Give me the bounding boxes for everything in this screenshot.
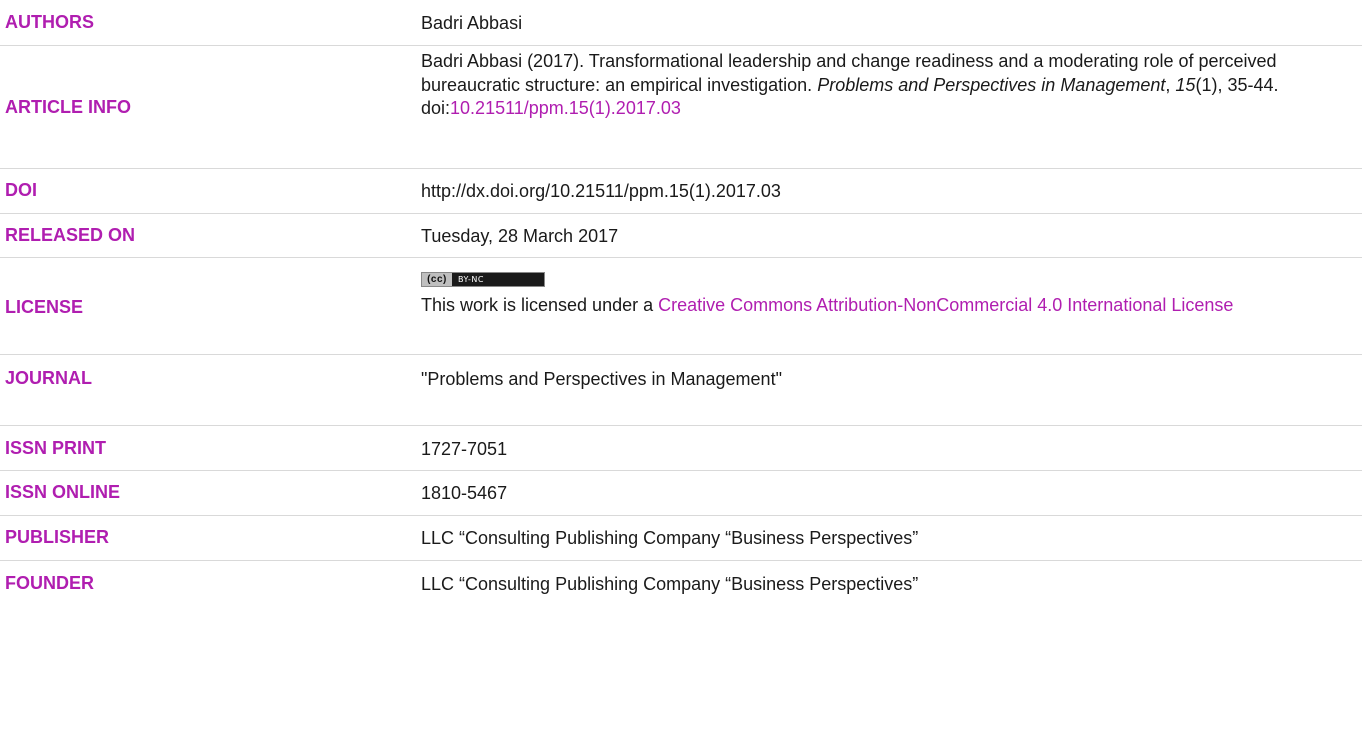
authors-label: AUTHORS <box>5 12 94 32</box>
released-on-value: Tuesday, 28 March 2017 <box>421 226 619 246</box>
article-metadata-table: AUTHORS Badri Abbasi ARTICLE INFO Badri … <box>0 0 1362 607</box>
article-info-value: Badri Abbasi (2017). Transformational le… <box>421 50 1358 121</box>
doi-value: http://dx.doi.org/10.21511/ppm.15(1).201… <box>421 181 781 201</box>
license-label: LICENSE <box>5 297 84 317</box>
citation-volume: 15 <box>1175 74 1196 95</box>
citation-comma: , <box>1165 74 1171 95</box>
founder-value: LLC “Consulting Publishing Company “Busi… <box>421 574 919 594</box>
citation-issue-pages: (1), 35-44. <box>1195 74 1279 95</box>
cc-license-badge[interactable]: (cc) BY-NC <box>421 272 545 288</box>
issn-print-value: 1727-7051 <box>421 439 508 459</box>
row-released-on: RELEASED ON Tuesday, 28 March 2017 <box>0 214 1362 258</box>
row-journal: JOURNAL "Problems and Perspectives in Ma… <box>0 355 1362 426</box>
article-info-label: ARTICLE INFO <box>5 97 131 117</box>
license-link[interactable]: Creative Commons Attribution-NonCommerci… <box>658 295 1233 315</box>
row-license: LICENSE (cc) BY-NC This work is licensed… <box>0 258 1362 355</box>
license-text-prefix: This work is licensed under a <box>421 294 654 315</box>
row-article-info: ARTICLE INFO Badri Abbasi (2017). Transf… <box>0 46 1362 169</box>
issn-online-label: ISSN ONLINE <box>5 482 121 502</box>
issn-online-value: 1810-5467 <box>421 483 508 503</box>
doi-label: DOI <box>5 180 38 200</box>
founder-label: FOUNDER <box>5 573 94 593</box>
row-issn-online: ISSN ONLINE 1810-5467 <box>0 471 1362 516</box>
journal-value: "Problems and Perspectives in Management… <box>421 369 782 389</box>
released-on-label: RELEASED ON <box>5 225 136 245</box>
issn-print-label: ISSN PRINT <box>5 438 107 458</box>
cc-logo: (cc) <box>422 273 452 287</box>
authors-value: Badri Abbasi <box>421 13 523 33</box>
citation-journal: Problems and Perspectives in Management <box>817 74 1166 95</box>
row-publisher: PUBLISHER LLC “Consulting Publishing Com… <box>0 516 1362 561</box>
license-value: (cc) BY-NC This work is licensed under a… <box>421 265 1358 317</box>
license-text: This work is licensed under a Creative C… <box>421 294 1358 318</box>
citation-doi-prefix: doi: <box>421 98 451 118</box>
cc-by-nc-text: BY-NC <box>458 275 484 284</box>
citation-doi-link[interactable]: 10.21511/ppm.15(1).2017.03 <box>450 98 681 118</box>
row-authors: AUTHORS Badri Abbasi <box>0 0 1362 46</box>
row-founder: FOUNDER LLC “Consulting Publishing Compa… <box>0 561 1362 607</box>
journal-label: JOURNAL <box>5 368 93 388</box>
publisher-value: LLC “Consulting Publishing Company “Busi… <box>421 528 919 548</box>
row-doi: DOI http://dx.doi.org/10.21511/ppm.15(1)… <box>0 169 1362 214</box>
row-issn-print: ISSN PRINT 1727-7051 <box>0 426 1362 471</box>
publisher-label: PUBLISHER <box>5 527 110 547</box>
